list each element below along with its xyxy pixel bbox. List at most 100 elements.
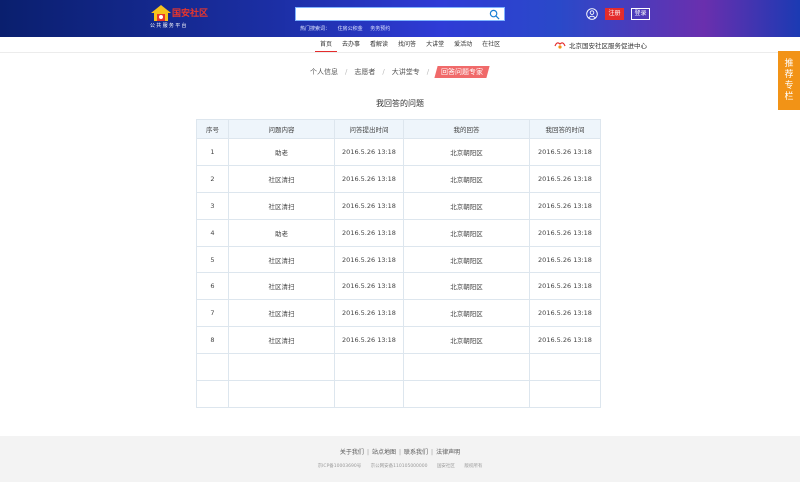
crumb-personal-info[interactable]: 个人信息 <box>310 67 338 77</box>
table-row: 6 社区清扫 2016.5.26 13:18 北京朝阳区 2016.5.26 13:18 <box>196 272 601 301</box>
org-link[interactable]: 北京国安社区服务促进中心 <box>554 37 647 52</box>
col-header-asked-time: 问答提出时间 <box>334 119 404 139</box>
cell-answered-time: 2016.5.26 13:18 <box>529 326 601 355</box>
footer-links: 关于我们 | 站点地图 | 联系我们 | 法律声明 <box>0 447 800 456</box>
nav-item-home[interactable]: 首页 <box>315 37 338 52</box>
table-header-row: 序号 问题内容 问答提出时间 我的回答 我回答的时间 <box>196 119 601 139</box>
user-icon[interactable] <box>586 8 598 20</box>
cell-index: 2 <box>196 164 229 193</box>
cell-asked-time: 2016.5.26 13:18 <box>334 164 404 193</box>
main-nav: 首页 去办事 看解读 找问答 大讲堂 爱活动 在社区 北京国安社区服务促进中心 <box>0 37 800 53</box>
crumb-separator: / <box>426 68 430 76</box>
cell-index: 1 <box>196 138 229 166</box>
cell-asked-time: 2016.5.26 13:18 <box>334 326 404 355</box>
cell-answered-time: 2016.5.26 13:18 <box>529 191 601 220</box>
hands-logo-icon <box>554 41 566 49</box>
cell-my-answer: 北京朝阳区 <box>403 191 530 220</box>
table-row <box>196 380 601 408</box>
table-row: 4 助老 2016.5.26 13:18 北京朝阳区 2016.5.26 13:18 <box>196 218 601 247</box>
table-row: 8 社区清扫 2016.5.26 13:18 北京朝阳区 2016.5.26 13:18 <box>196 326 601 355</box>
login-button[interactable]: 登录 <box>631 8 650 20</box>
page-title: 我回答的问题 <box>376 99 424 108</box>
table-row: 5 社区清扫 2016.5.26 13:18 北京朝阳区 2016.5.26 13:18 <box>196 245 601 274</box>
rights-reserved: 版权所有 <box>464 464 483 469</box>
footer: 关于我们 | 站点地图 | 联系我们 | 法律声明 京ICP备10003690号 京公网安备… <box>0 436 800 482</box>
breadcrumb: 个人信息 / 志愿者 / 大讲堂专 / 回答问题专家 <box>310 66 490 78</box>
icp-number: 京ICP备10003690号 <box>317 464 362 469</box>
cell-question: 社区清扫 <box>228 299 335 328</box>
cell-my-answer: 北京朝阳区 <box>403 245 530 274</box>
footer-link-contact[interactable]: 联系我们 <box>404 449 428 456</box>
cell-question <box>228 353 335 382</box>
hot-search-label: 热门搜索词： <box>300 26 331 32</box>
cell-question: 社区清扫 <box>228 191 335 220</box>
cell-my-answer <box>403 380 530 408</box>
cell-asked-time <box>334 353 404 382</box>
cell-my-answer: 北京朝阳区 <box>403 218 530 247</box>
cell-my-answer: 北京朝阳区 <box>403 272 530 301</box>
cell-my-answer: 北京朝阳区 <box>403 299 530 328</box>
cell-answered-time: 2016.5.26 13:18 <box>529 218 601 247</box>
cell-my-answer: 北京朝阳区 <box>403 138 530 166</box>
cell-index: 3 <box>196 191 229 220</box>
cell-asked-time: 2016.5.26 13:18 <box>334 218 404 247</box>
cell-answered-time: 2016.5.26 13:18 <box>529 299 601 328</box>
register-button[interactable]: 注册 <box>605 8 624 20</box>
footer-link-legal[interactable]: 法律声明 <box>436 449 460 456</box>
search-icon[interactable] <box>489 9 500 20</box>
cell-question <box>228 380 335 408</box>
cell-question: 社区清扫 <box>228 326 335 355</box>
answers-table: 序号 问题内容 问答提出时间 我的回答 我回答的时间 1 助老 2016.5.26 … <box>196 119 601 408</box>
cell-index: 6 <box>196 272 229 301</box>
cell-my-answer: 北京朝阳区 <box>403 164 530 193</box>
cell-answered-time <box>529 380 601 408</box>
nav-item-activities[interactable]: 爱活动 <box>449 37 477 52</box>
cell-question: 助老 <box>228 218 335 247</box>
cell-asked-time: 2016.5.26 13:18 <box>334 299 404 328</box>
header: 国安社区 公共服务平台 热门搜索词： 住房公积金 务务预约 注册 登录 <box>0 0 800 37</box>
search-box <box>295 7 505 27</box>
crumb-lecture[interactable]: 大讲堂专 <box>392 67 420 77</box>
cell-asked-time <box>334 380 404 408</box>
site-name: 国安社区 <box>436 464 455 469</box>
cell-asked-time: 2016.5.26 13:18 <box>334 245 404 274</box>
cell-question: 助老 <box>228 138 335 166</box>
crumb-volunteer[interactable]: 志愿者 <box>354 67 375 77</box>
footer-separator: | <box>398 449 402 456</box>
cell-index: 5 <box>196 245 229 274</box>
hot-search-link[interactable]: 务务预约 <box>370 26 390 32</box>
cell-question: 社区清扫 <box>228 245 335 274</box>
crumb-separator: / <box>345 68 348 76</box>
footer-link-about[interactable]: 关于我们 <box>340 449 364 456</box>
hot-search: 热门搜索词： 住房公积金 务务预约 <box>300 25 396 32</box>
cell-answered-time: 2016.5.26 13:18 <box>529 164 601 193</box>
nav-item-community[interactable]: 在社区 <box>477 37 505 52</box>
logo[interactable]: 国安社区 公共服务平台 <box>150 3 210 33</box>
footer-separator: | <box>431 449 434 456</box>
table-row: 7 社区清扫 2016.5.26 13:18 北京朝阳区 2016.5.26 13:18 <box>196 299 601 328</box>
org-name: 北京国安社区服务促进中心 <box>569 41 647 50</box>
cell-index <box>196 380 229 408</box>
cell-answered-time <box>529 353 601 382</box>
house-logo-icon <box>151 5 171 21</box>
footer-separator: | <box>366 449 369 456</box>
logo-subtitle: 公共服务平台 <box>150 23 188 29</box>
cell-asked-time: 2016.5.26 13:18 <box>334 138 404 166</box>
nav-items: 首页 去办事 看解读 找问答 大讲堂 爱活动 在社区 <box>315 37 505 52</box>
table-row: 3 社区清扫 2016.5.26 13:18 北京朝阳区 2016.5.26 13:18 <box>196 191 601 220</box>
nav-item-qa[interactable]: 找问答 <box>393 37 421 52</box>
table-row: 2 社区清扫 2016.5.26 13:18 北京朝阳区 2016.5.26 13:18 <box>196 164 601 193</box>
nav-item-lecture[interactable]: 大讲堂 <box>421 37 449 52</box>
col-header-question: 问题内容 <box>228 119 335 139</box>
footer-link-sitemap[interactable]: 站点地图 <box>372 449 396 456</box>
footer-copyright: 京ICP备10003690号 京公网安备110105000000 国安社区 版权… <box>0 463 800 469</box>
table-row: 1 助老 2016.5.26 13:18 北京朝阳区 2016.5.26 13:18 <box>196 138 601 166</box>
crumb-expert-active[interactable]: 回答问题专家 <box>434 66 490 78</box>
cell-my-answer <box>403 353 530 382</box>
nav-item-interpret[interactable]: 看解读 <box>365 37 393 52</box>
cell-answered-time: 2016.5.26 13:18 <box>529 138 601 166</box>
cell-index: 8 <box>196 326 229 355</box>
hot-search-link[interactable]: 住房公积金 <box>338 26 363 32</box>
cell-my-answer: 北京朝阳区 <box>403 326 530 355</box>
nav-item-services[interactable]: 去办事 <box>337 37 365 52</box>
